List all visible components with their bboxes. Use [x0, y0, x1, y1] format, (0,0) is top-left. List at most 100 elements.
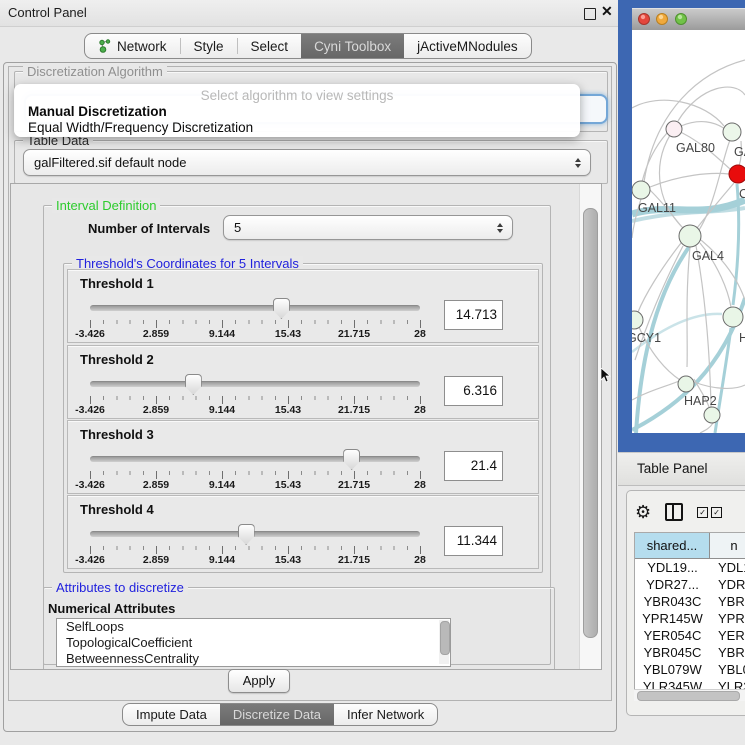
network-view-window[interactable]: GAL80GACGAL11GAL4GCY1HHAP2	[618, 0, 745, 452]
tick-label: 28	[414, 479, 426, 491]
network-node[interactable]	[679, 225, 701, 247]
table-row[interactable]: YBL079WYBL0	[635, 661, 745, 678]
slider-tick-labels: -3.4262.8599.14415.4321.71528	[90, 328, 420, 340]
list-item[interactable]: BetweennessCentrality	[57, 651, 450, 667]
tab-network-label: Network	[117, 39, 167, 54]
network-node-label: GCY1	[627, 331, 661, 345]
threshold-2-row: Threshold 2 -3.4262.8599.14415.4321.7152…	[67, 345, 539, 419]
number-of-intervals-combobox[interactable]: 5	[223, 215, 513, 240]
popup-option-equal-width[interactable]: Equal Width/Frequency Discretization	[28, 120, 253, 135]
popup-hint: Select algorithm to view settings	[14, 88, 580, 103]
tab-jactivemnodules[interactable]: jActiveMNodules	[404, 34, 531, 58]
tick-label: 21.715	[338, 479, 370, 491]
top-tab-bar: Network Style Select Cyni Toolbox jActiv…	[84, 33, 532, 59]
tick-label: 28	[414, 554, 426, 566]
tab-discretize-data[interactable]: Discretize Data	[220, 704, 334, 725]
tick-label: -3.426	[75, 554, 105, 566]
table-panel-title: Table Panel	[637, 461, 708, 476]
popup-option-manual[interactable]: Manual Discretization	[28, 104, 167, 119]
screen: Control Panel ✕ Network Style Select Cyn…	[0, 0, 745, 745]
column-header-shared[interactable]: shared...	[635, 533, 710, 559]
table-row[interactable]: YER054CYER0	[635, 627, 745, 644]
threshold-2-slider[interactable]: -3.4262.8599.14415.4321.71528	[90, 372, 420, 414]
slider-thumb[interactable]	[343, 449, 360, 470]
network-node-label: GAL4	[692, 249, 724, 263]
tick-label: 2.859	[143, 479, 169, 491]
threshold-4-slider[interactable]: -3.4262.8599.14415.4321.71528	[90, 522, 420, 564]
threshold-1-slider[interactable]: -3.4262.8599.14415.4321.71528	[90, 296, 420, 338]
network-node[interactable]	[632, 181, 650, 199]
threshold-3-slider[interactable]: -3.4262.8599.14415.4321.71528	[90, 447, 420, 489]
table-horizontal-scrollbar[interactable]	[634, 689, 745, 701]
network-node[interactable]	[678, 376, 694, 392]
apply-button[interactable]: Apply	[228, 669, 290, 693]
threshold-4-row: Threshold 4 -3.4262.8599.14415.4321.7152…	[67, 495, 539, 569]
tab-network[interactable]: Network	[85, 34, 180, 58]
tick-label: 28	[414, 404, 426, 416]
checkbox-checked-icon[interactable]: ✓	[711, 507, 722, 518]
table-row[interactable]: YBR043CYBR0	[635, 593, 745, 610]
column-header-name[interactable]: n	[710, 533, 745, 559]
gear-icon[interactable]: ⚙	[635, 503, 651, 521]
scrollbar-thumb[interactable]	[583, 208, 598, 638]
network-node[interactable]	[723, 307, 743, 327]
network-node-label: C	[739, 187, 745, 201]
threshold-1-label: Threshold 1	[80, 276, 154, 291]
slider-thumb[interactable]	[273, 298, 290, 319]
slider-thumb[interactable]	[185, 374, 202, 395]
table-panel-titlebar[interactable]: Table Panel	[618, 452, 745, 486]
table-row[interactable]: YPR145WYPR1	[635, 610, 745, 627]
table-data-group: Table Data galFiltered.sif default node	[14, 140, 608, 184]
threshold-4-value-field[interactable]: 11.344	[444, 526, 503, 556]
checkbox-checked-icon[interactable]: ✓	[697, 507, 708, 518]
close-icon[interactable]: ✕	[601, 3, 613, 20]
list-item[interactable]: TopologicalCoefficient	[57, 635, 450, 651]
number-of-intervals-value: 5	[224, 220, 497, 235]
table-data-combobox[interactable]: galFiltered.sif default node	[23, 149, 591, 176]
network-node[interactable]	[729, 165, 745, 183]
threshold-1-value-field[interactable]: 14.713	[444, 300, 503, 330]
tick-label: 2.859	[143, 554, 169, 566]
network-node-label: GAL11	[638, 201, 676, 215]
network-node[interactable]	[723, 123, 741, 141]
numerical-attributes-list[interactable]: SelfLoops TopologicalCoefficient Between…	[56, 618, 451, 667]
threshold-3-value-field[interactable]: 21.4	[444, 451, 503, 481]
spinner-arrows-icon	[497, 223, 503, 233]
tab-select[interactable]: Select	[238, 34, 302, 58]
settings-vertical-scrollbar[interactable]	[579, 184, 601, 669]
table-row[interactable]: YBR045CYBR0	[635, 644, 745, 661]
numerical-attributes-label: Numerical Attributes	[48, 601, 175, 616]
tick-label: 9.144	[209, 554, 235, 566]
split-column-icon[interactable]	[665, 503, 683, 521]
tab-cyni-toolbox[interactable]: Cyni Toolbox	[301, 34, 404, 58]
panel-title: Control Panel	[8, 5, 87, 20]
algorithm-group-title: Discretization Algorithm	[23, 64, 167, 79]
tick-label: 15.43	[275, 479, 301, 491]
table-panel-body: ⚙ ✓ ✓ shared... n YDL19...YDL1 YDR27...Y…	[626, 490, 745, 716]
tick-label: 15.43	[275, 554, 301, 566]
node-attribute-table[interactable]: shared... n YDL19...YDL1 YDR27...YDR2 YB…	[634, 532, 745, 691]
table-row[interactable]: YDR27...YDR2	[635, 576, 745, 593]
tab-infer-network[interactable]: Infer Network	[334, 704, 437, 725]
float-window-icon[interactable]	[584, 8, 596, 20]
tick-label: -3.426	[75, 404, 105, 416]
tick-label: 9.144	[209, 404, 235, 416]
list-item[interactable]: SelfLoops	[57, 619, 450, 635]
threshold-4-label: Threshold 4	[80, 502, 154, 517]
threshold-2-value-field[interactable]: 6.316	[444, 376, 503, 406]
tab-impute-data[interactable]: Impute Data	[123, 704, 220, 725]
spinner-arrows-icon	[575, 158, 581, 168]
threshold-3-row: Threshold 3 -3.4262.8599.14415.4321.7152…	[67, 420, 539, 494]
list-scrollbar[interactable]	[439, 620, 449, 664]
network-node[interactable]	[666, 121, 682, 137]
network-node-label: H	[739, 331, 745, 345]
slider-track[interactable]	[90, 305, 420, 311]
table-header-row: shared... n	[635, 533, 745, 559]
scrollbar-thumb[interactable]	[637, 691, 740, 701]
tab-style[interactable]: Style	[181, 34, 237, 58]
table-row[interactable]: YDL19...YDL1	[635, 559, 745, 576]
number-of-intervals-label: Number of Intervals	[88, 221, 210, 236]
slider-thumb[interactable]	[238, 524, 255, 545]
tick-label: 21.715	[338, 404, 370, 416]
network-node[interactable]	[704, 407, 720, 423]
